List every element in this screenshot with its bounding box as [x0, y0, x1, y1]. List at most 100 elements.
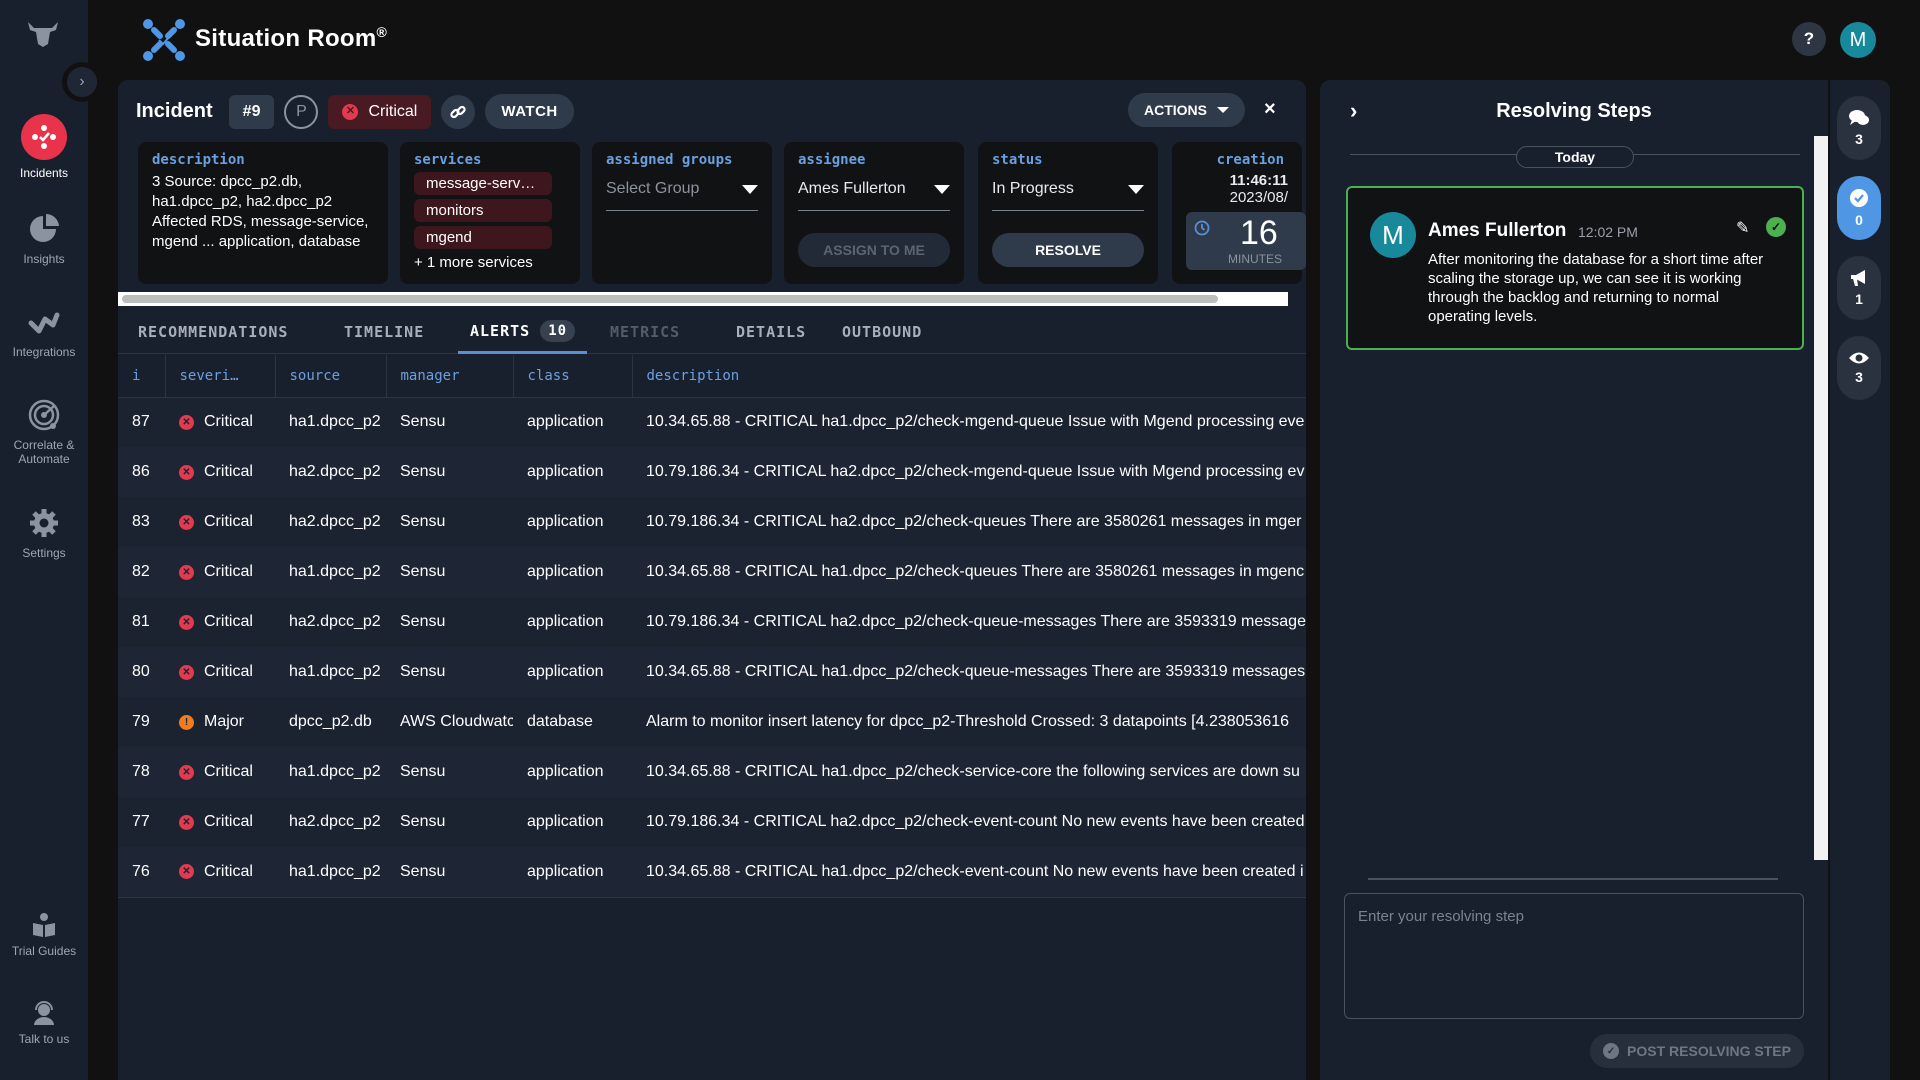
alert-row[interactable]: 86 ✕ Critical ha2.dpcc_p2 Sensu application 10… — [118, 447, 1306, 497]
column-header-source[interactable]: source — [274, 355, 386, 398]
comments-button[interactable]: 3 — [1837, 96, 1881, 160]
copy-link-button[interactable] — [441, 94, 476, 129]
resolving-step-input[interactable] — [1344, 893, 1804, 1019]
tab-outbound[interactable]: OUTBOUND — [842, 310, 922, 354]
actions-label: ACTIONS — [1144, 102, 1207, 118]
service-chip[interactable]: message-serv… — [414, 172, 552, 195]
scrollbar-thumb[interactable] — [122, 295, 1218, 303]
severity-label: Critical — [368, 102, 418, 120]
alert-description: 10.34.65.88 - CRITICAL ha1.dpcc_p2/check… — [632, 647, 1306, 697]
edit-step-button[interactable]: ✎ — [1736, 218, 1749, 238]
alert-row[interactable]: 83 ✕ Critical ha2.dpcc_p2 Sensu application 10… — [118, 497, 1306, 547]
incident-panel: Incident #9 P ✕ Critical WATCH ACTIONS ×… — [118, 80, 1306, 1080]
bull-logo-icon[interactable] — [26, 20, 60, 48]
tab-alerts[interactable]: ALERTS 10 — [458, 310, 588, 354]
alert-source: ha2.dpcc_p2 — [275, 797, 386, 847]
alert-manager: Sensu — [386, 597, 513, 647]
user-avatar[interactable]: M — [1840, 22, 1876, 58]
alert-source: ha2.dpcc_p2 — [275, 447, 386, 497]
sidebar-item-integrations[interactable]: Integrations — [0, 305, 88, 359]
assigned-groups-card: assigned groups Select Group — [592, 142, 772, 284]
alert-id: 87 — [118, 397, 165, 447]
assignee-select[interactable]: Ames Fullerton — [798, 172, 950, 211]
sidebar-item-settings[interactable]: Settings — [0, 506, 88, 560]
alert-id: 80 — [118, 647, 165, 697]
alert-description: 10.34.65.88 - CRITICAL ha1.dpcc_p2/check… — [632, 747, 1306, 797]
resolved-check-icon[interactable]: ✓ — [1766, 217, 1786, 237]
service-chip[interactable]: mgend — [414, 226, 552, 249]
close-incident-button[interactable]: × — [1264, 98, 1276, 121]
alert-id: 79 — [118, 697, 165, 747]
sidebar-item-talk-to-us[interactable]: Talk to us — [0, 1000, 88, 1046]
alert-class: application — [513, 497, 632, 547]
watchers-count: 3 — [1855, 369, 1863, 385]
assignee-label: assignee — [798, 152, 866, 168]
check-badge-icon: ✓ — [1603, 1043, 1620, 1059]
expand-sidebar-button[interactable]: › — [62, 62, 102, 102]
steps-scrollbar[interactable] — [1814, 136, 1828, 860]
tab-recommendations[interactable]: RECOMMENDATIONS — [138, 310, 288, 354]
actions-dropdown-button[interactable]: ACTIONS — [1128, 93, 1245, 127]
severity-label: Critical — [204, 413, 253, 431]
close-icon: × — [1264, 98, 1276, 120]
watch-button[interactable]: WATCH — [485, 94, 574, 129]
alert-id: 78 — [118, 747, 165, 797]
step-author-avatar: M — [1370, 212, 1416, 258]
priority-badge[interactable]: P — [284, 94, 319, 129]
book-reader-icon — [33, 913, 55, 937]
alert-row[interactable]: 79! Major dpcc_p2.db AWS Cloudwatc database A… — [118, 697, 1306, 747]
severity-label: Critical — [204, 513, 253, 530]
alert-manager: Sensu — [386, 647, 513, 697]
alert-row[interactable]: 87 ✕ Critical ha1.dpcc_p2 Sensu application 10… — [118, 397, 1306, 447]
help-icon: ? — [1803, 29, 1815, 48]
column-header-manager[interactable]: manager — [385, 355, 513, 398]
help-button[interactable]: ? — [1792, 22, 1826, 56]
alert-row[interactable]: 81 ✕ Critical ha2.dpcc_p2 Sensu application 10… — [118, 597, 1306, 647]
post-resolving-step-button[interactable]: ✓ POST RESOLVING STEP — [1590, 1034, 1804, 1068]
tab-metrics[interactable]: METRICS — [610, 310, 680, 354]
more-services-link[interactable]: + 1 more services — [414, 253, 566, 273]
sidebar-item-correlate-automate[interactable]: Correlate & Automate — [0, 398, 88, 466]
severity-label: Major — [204, 713, 245, 730]
service-chip[interactable]: monitors — [414, 199, 552, 222]
column-header-severity[interactable]: severi… — [164, 355, 275, 398]
alert-row[interactable]: 78 ✕ Critical ha1.dpcc_p2 Sensu application 10… — [118, 747, 1306, 797]
alert-row[interactable]: 76 ✕ Critical ha1.dpcc_p2 Sensu application 10… — [118, 847, 1306, 898]
alert-source: ha1.dpcc_p2 — [275, 547, 386, 597]
severity-label: Critical — [204, 463, 253, 480]
column-header-description[interactable]: description — [631, 355, 1306, 398]
resolve-button[interactable]: RESOLVE — [992, 233, 1144, 267]
alert-row[interactable]: 82 ✕ Critical ha1.dpcc_p2 Sensu application 10… — [118, 547, 1306, 597]
sidebar-item-trial-guides[interactable]: Trial Guides — [0, 912, 88, 958]
sidebar-item-incidents[interactable]: Incidents — [0, 114, 88, 180]
watchers-button[interactable]: 3 — [1837, 336, 1881, 400]
column-header-id[interactable]: i — [118, 355, 165, 398]
alert-manager: Sensu — [386, 547, 513, 597]
gear-icon — [30, 509, 58, 537]
alert-description: 10.79.186.34 - CRITICAL ha2.dpcc_p2/chec… — [632, 797, 1306, 847]
alert-class: application — [513, 397, 632, 447]
description-label: description — [152, 152, 245, 168]
alert-manager: Sensu — [386, 397, 513, 447]
alert-severity: ✕ Critical — [165, 747, 275, 797]
horizontal-scrollbar[interactable] — [118, 292, 1288, 306]
assigned-group-select[interactable]: Select Group — [606, 172, 758, 211]
alerts-table: i severi… source manager class descripti… — [118, 355, 1306, 898]
comments-icon — [1849, 110, 1869, 125]
assign-to-me-button[interactable]: ASSIGN TO ME — [798, 233, 950, 267]
column-header-class[interactable]: class — [512, 355, 632, 398]
resolving-steps-button[interactable]: 0 — [1837, 176, 1881, 240]
alert-description: 10.79.186.34 - CRITICAL ha2.dpcc_p2/chec… — [632, 597, 1306, 647]
severity-badge[interactable]: ✕ Critical — [328, 94, 432, 129]
critical-x-icon: ✕ — [179, 614, 194, 630]
alert-row[interactable]: 77 ✕ Critical ha2.dpcc_p2 Sensu application 10… — [118, 797, 1306, 847]
status-value: In Progress — [992, 180, 1074, 197]
sidebar-item-insights[interactable]: Insights — [0, 212, 88, 266]
status-select[interactable]: In Progress — [992, 172, 1144, 211]
tab-timeline[interactable]: TIMELINE — [344, 310, 424, 354]
tab-details[interactable]: DETAILS — [736, 310, 806, 354]
caret-down-icon — [1217, 107, 1229, 113]
alert-row[interactable]: 80 ✕ Critical ha1.dpcc_p2 Sensu application 10… — [118, 647, 1306, 697]
alert-manager: Sensu — [386, 497, 513, 547]
announcements-button[interactable]: 1 — [1837, 256, 1881, 320]
